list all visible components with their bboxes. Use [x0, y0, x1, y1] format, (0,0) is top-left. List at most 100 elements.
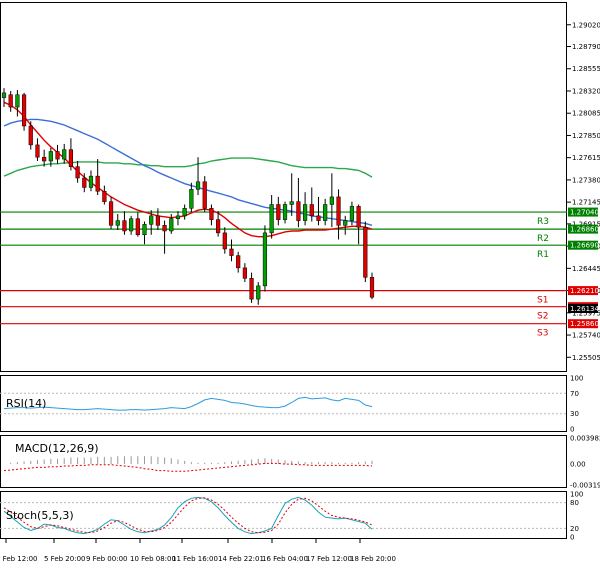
price-tick-label: 1.29020: [572, 21, 600, 29]
candle-body: [115, 220, 120, 226]
candle-body: [75, 166, 80, 179]
rsi-label: RSI(14): [6, 397, 46, 410]
time-axis-band: [0, 540, 567, 554]
candle-body: [296, 201, 301, 221]
level-label-s1: S1: [537, 296, 548, 306]
level-label-s2: S2: [537, 312, 548, 322]
candle-body: [102, 191, 107, 202]
price-tick-label: 1.27615: [572, 154, 600, 162]
candle-body: [82, 177, 87, 188]
candle-body: [276, 204, 281, 220]
candle-body: [68, 149, 73, 167]
candle-body: [108, 201, 114, 226]
svg-text:1.26134: 1.26134: [570, 305, 599, 313]
trading-chart: 1.29020 1.28790 1.28555 1.28320 1.28085 1.278…: [0, 0, 600, 570]
candle-body: [356, 206, 361, 228]
candle-body: [249, 278, 254, 300]
price-tick-label: 1.25505: [572, 354, 600, 362]
candle-body: [62, 149, 67, 160]
price-tick-label: 1.28320: [572, 87, 600, 95]
price-tick-label: 1.28085: [572, 110, 600, 118]
candle-body: [15, 94, 20, 108]
candle-body: [222, 232, 227, 250]
level-label-r2: R2: [537, 234, 549, 244]
candle-body: [369, 277, 375, 298]
time-tick-label: 10 Feb 08:00: [130, 555, 176, 563]
time-tick-label: 5 Feb 20:00: [44, 555, 85, 563]
rsi-tick-label: 70: [570, 390, 579, 398]
time-tick-label: 9 Feb 00:00: [86, 555, 127, 563]
rsi-tick-label: 100: [570, 375, 583, 383]
candle-body: [189, 189, 194, 209]
rsi-tick-label: 30: [570, 410, 579, 418]
candle-body: [175, 215, 181, 219]
chart-background: [0, 0, 600, 570]
level-price-tag-text: 1.26210: [570, 287, 599, 295]
price-tick-label: 1.27145: [572, 199, 600, 207]
candle-body: [343, 220, 348, 226]
candle-body: [316, 215, 321, 221]
time-tick-label: 2 Feb 12:00: [0, 555, 37, 563]
stoch-tick-label: 20: [570, 525, 579, 533]
macd-tick-label: 0.00: [570, 461, 586, 469]
price-tick-label: 1.27850: [572, 132, 600, 140]
current-price-tag: 1.26134: [568, 304, 599, 313]
candle-body: [155, 215, 160, 226]
candle-body: [195, 181, 201, 190]
candle-body: [8, 94, 13, 108]
candle-body: [336, 196, 341, 226]
candle-body: [88, 175, 94, 188]
candle-body: [28, 125, 33, 146]
level-label-r1: R1: [537, 250, 549, 260]
time-tick-label: 11 Feb 16:00: [172, 555, 218, 563]
candle-body: [35, 144, 40, 158]
candle-body: [282, 204, 288, 220]
candle-body: [135, 218, 140, 236]
candle-body: [309, 204, 314, 217]
macd-tick-label: 0.003982: [570, 435, 600, 443]
stoch-tick-label: 100: [570, 491, 583, 499]
level-label-r3: R3: [537, 217, 549, 227]
candle-body: [229, 248, 234, 256]
level-price-tag-text: 1.25860: [570, 320, 599, 328]
price-tick-label: 1.26445: [572, 265, 600, 273]
candle-body: [55, 151, 60, 160]
candle-body: [95, 175, 100, 192]
candle-body: [122, 220, 127, 232]
candle-body: [256, 285, 261, 300]
stoch-label: Stoch(5,5,3): [6, 509, 74, 522]
candle-body: [149, 215, 154, 225]
stoch-tick-label: 0: [570, 534, 574, 542]
candle-body: [169, 218, 174, 232]
candle-body: [216, 219, 221, 234]
candle-body: [269, 204, 274, 234]
candle-body: [162, 225, 167, 232]
level-price-tag-text: 1.26860: [570, 226, 599, 234]
candle-body: [262, 232, 268, 287]
candle-body: [142, 224, 147, 236]
candle-body: [202, 181, 207, 209]
candle-body: [182, 208, 187, 217]
macd-label: MACD(12,26,9): [15, 442, 99, 455]
macd-tick-label: -0.003195: [570, 482, 600, 490]
candle-body: [209, 208, 214, 220]
level-price-tag-text: 1.27040: [570, 209, 599, 217]
candle-body: [329, 196, 334, 205]
price-tick-label: 1.28790: [572, 43, 600, 51]
price-tick-label: 1.28555: [572, 65, 600, 73]
candle-body: [129, 218, 134, 232]
price-tick-label: 1.27380: [572, 176, 600, 184]
time-tick-label: 16 Feb 04:00: [262, 555, 308, 563]
candle-body: [236, 255, 241, 269]
candle-body: [48, 151, 53, 162]
candle-body: [242, 267, 247, 279]
time-tick-label: 14 Feb 22:01: [218, 555, 264, 563]
time-tick-label: 17 Feb 12:00: [306, 555, 352, 563]
candle-body: [349, 206, 355, 221]
candle-body: [303, 204, 308, 221]
candle-body: [363, 226, 368, 278]
candle-body: [21, 94, 27, 127]
level-price-tag-text: 1.26690: [570, 242, 599, 250]
rsi-tick-label: 0: [570, 426, 574, 434]
time-tick-label: 18 Feb 20:00: [350, 555, 396, 563]
